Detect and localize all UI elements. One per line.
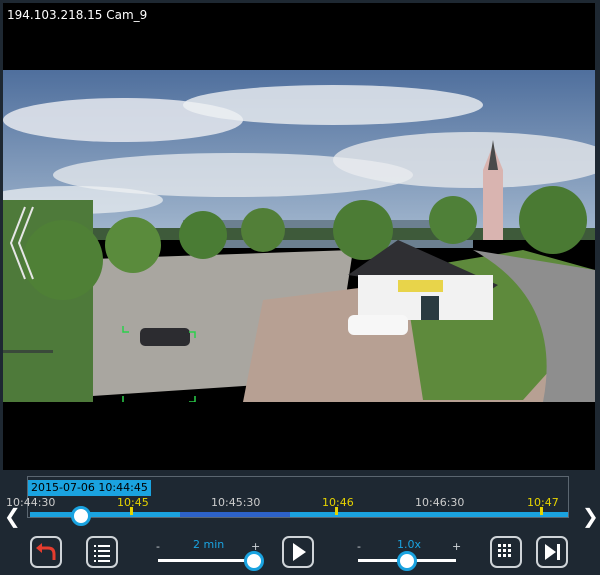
back-button[interactable] [30, 536, 62, 568]
grid-icon [498, 544, 511, 557]
timeline-recorded-segment [180, 512, 290, 517]
skip-end-icon [545, 544, 560, 560]
timeline-tick: 10:45:30 [211, 496, 261, 509]
timeline-marker [540, 507, 543, 515]
list-icon [94, 545, 110, 562]
chevron-right-icon[interactable]: ❯ [582, 506, 599, 526]
chevron-left-icon[interactable]: ❮ [4, 506, 21, 526]
camera-title: 194.103.218.15 Cam_9 [7, 8, 148, 22]
timeline-marker [335, 507, 338, 515]
timeline-track[interactable] [30, 512, 568, 517]
play-icon [293, 543, 306, 561]
selected-datetime: 2015-07-06 10:44:45 [28, 480, 151, 496]
speed-label: 1.0x [397, 538, 422, 551]
skip-to-end-button[interactable] [536, 536, 568, 568]
speed-plus[interactable]: + [452, 540, 461, 553]
play-button[interactable] [282, 536, 314, 568]
zoom-minus[interactable]: - [156, 540, 160, 553]
speed-slider-knob[interactable] [397, 551, 417, 571]
camera-feed-image [3, 70, 595, 402]
timeline-marker [130, 507, 133, 515]
grid-button[interactable] [490, 536, 522, 568]
zoom-slider-knob[interactable] [244, 551, 264, 571]
playback-panel: 2015-07-06 10:44:45 10:44:30 10:45 10:45… [0, 470, 600, 575]
zoom-slider-track[interactable] [158, 559, 258, 562]
zoom-label: 2 min [193, 538, 225, 551]
video-viewer[interactable]: 194.103.218.15 Cam_9 [3, 3, 595, 470]
timeline-tick: 10:46:30 [415, 496, 465, 509]
list-button[interactable] [86, 536, 118, 568]
speed-minus[interactable]: - [357, 540, 361, 553]
back-icon [36, 543, 56, 560]
timeline-playhead[interactable] [71, 506, 91, 526]
